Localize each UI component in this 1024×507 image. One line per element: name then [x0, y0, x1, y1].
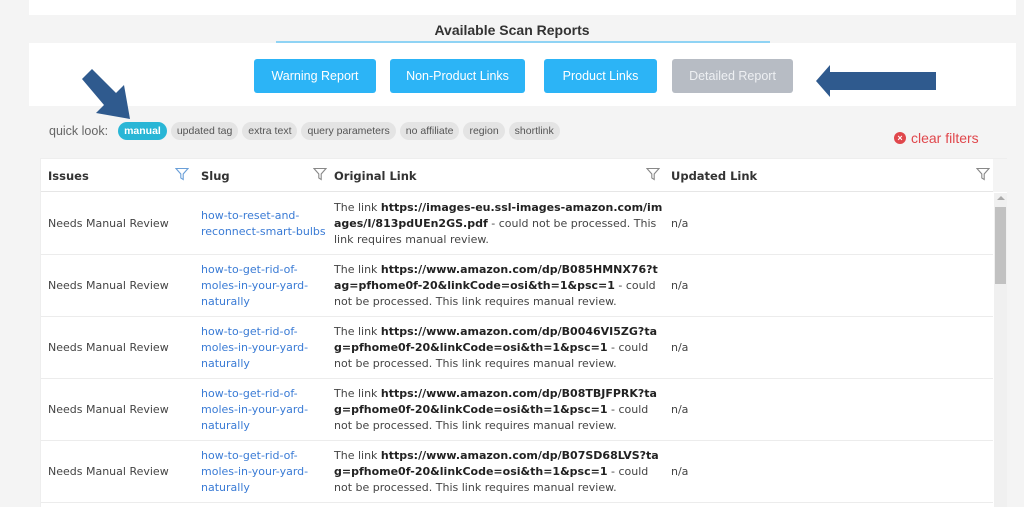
updated-link-cell: n/a [671, 217, 689, 230]
filter-icon[interactable] [976, 167, 990, 181]
detailed-report-button[interactable]: Detailed Report [672, 59, 793, 93]
filter-icon[interactable] [313, 167, 327, 181]
column-header-issues[interactable]: Issues [48, 159, 89, 192]
scroll-up-arrow-icon[interactable] [997, 196, 1005, 200]
chip-region[interactable]: region [463, 122, 505, 140]
top-panel-content [29, 0, 1016, 15]
original-link-cell: The link https://www.amazon.com/dp/B085H… [334, 255, 664, 317]
original-link-cell: The link https://images-eu.ssl-images-am… [334, 193, 664, 255]
quick-look-bar: quick look: manual updated tag extra tex… [49, 122, 560, 140]
issue-cell: Needs Manual Review [48, 217, 169, 230]
updated-link-cell: n/a [671, 403, 689, 416]
table-row[interactable]: Needs Manual Review how-to-get-rid-of-mo… [41, 255, 993, 317]
product-links-button[interactable]: Product Links [544, 59, 657, 93]
original-link-url: https://www.amazon.com/dp/B085HMNX76?tag… [334, 263, 658, 292]
original-link-cell: The link https://www.amazon.com/dp/B07SD… [334, 441, 664, 503]
issue-cell: Needs Manual Review [48, 341, 169, 354]
table-row[interactable]: Needs Manual Review how-to-get-rid-of-mo… [41, 441, 993, 503]
non-product-links-button[interactable]: Non-Product Links [390, 59, 525, 93]
chip-updated-tag[interactable]: updated tag [170, 122, 239, 140]
column-header-original-link[interactable]: Original Link [334, 159, 417, 192]
header-scroll-cap [993, 159, 1007, 192]
table-row[interactable]: Needs Manual Review how-to-reset-and-rec… [41, 193, 993, 255]
slug-link[interactable]: how-to-reset-and-reconnect-smart-bulbs [201, 193, 331, 255]
updated-link-cell: n/a [671, 341, 689, 354]
clear-filters-button[interactable]: × clear filters [894, 130, 979, 146]
close-circle-icon: × [894, 132, 906, 144]
slug-link[interactable]: how-to-get-rid-of-moles-in-your-yard-nat… [201, 255, 331, 317]
slug-link[interactable]: how-to-get-rid-of-moles-in-your-yard-nat… [201, 317, 331, 379]
results-table: Issues Slug Original Link Updated Link N… [40, 158, 1007, 507]
table-body: Needs Manual Review how-to-reset-and-rec… [41, 193, 993, 503]
vertical-scrollbar[interactable] [994, 193, 1007, 507]
original-link-prefix: The link [334, 325, 381, 338]
clear-filters-label: clear filters [911, 130, 979, 146]
table-header: Issues Slug Original Link Updated Link [41, 159, 1007, 192]
annotation-arrow-left-icon [816, 65, 936, 97]
updated-link-cell: n/a [671, 465, 689, 478]
table-row[interactable]: Needs Manual Review how-to-get-rid-of-mo… [41, 379, 993, 441]
column-header-slug[interactable]: Slug [201, 159, 230, 192]
annotation-arrow-down-right-icon [82, 69, 130, 119]
updated-link-cell: n/a [671, 279, 689, 292]
chip-no-affiliate[interactable]: no affiliate [399, 122, 460, 140]
column-header-updated-link[interactable]: Updated Link [671, 159, 757, 192]
chip-shortlink[interactable]: shortlink [508, 122, 560, 140]
original-link-cell: The link https://www.amazon.com/dp/B0046… [334, 317, 664, 379]
chip-manual[interactable]: manual [118, 122, 167, 140]
filter-icon[interactable] [646, 167, 660, 181]
issue-cell: Needs Manual Review [48, 279, 169, 292]
original-link-prefix: The link [334, 201, 381, 214]
slug-link[interactable]: how-to-get-rid-of-moles-in-your-yard-nat… [201, 441, 331, 503]
original-link-cell: The link https://www.amazon.com/dp/B08TB… [334, 379, 664, 441]
filter-icon[interactable] [175, 167, 189, 181]
issue-cell: Needs Manual Review [48, 465, 169, 478]
slug-link[interactable]: how-to-get-rid-of-moles-in-your-yard-nat… [201, 379, 331, 441]
issue-cell: Needs Manual Review [48, 403, 169, 416]
original-link-prefix: The link [334, 263, 381, 276]
section-title: Available Scan Reports [434, 22, 590, 38]
table-row[interactable]: Needs Manual Review how-to-get-rid-of-mo… [41, 317, 993, 379]
original-link-prefix: The link [334, 387, 381, 400]
scrollbar-thumb[interactable] [995, 207, 1006, 284]
warning-report-button[interactable]: Warning Report [254, 59, 376, 93]
chip-extra-text[interactable]: extra text [242, 122, 298, 140]
original-link-prefix: The link [334, 449, 381, 462]
chip-query-parameters[interactable]: query parameters [301, 122, 396, 140]
quick-look-label: quick look: [49, 124, 109, 138]
